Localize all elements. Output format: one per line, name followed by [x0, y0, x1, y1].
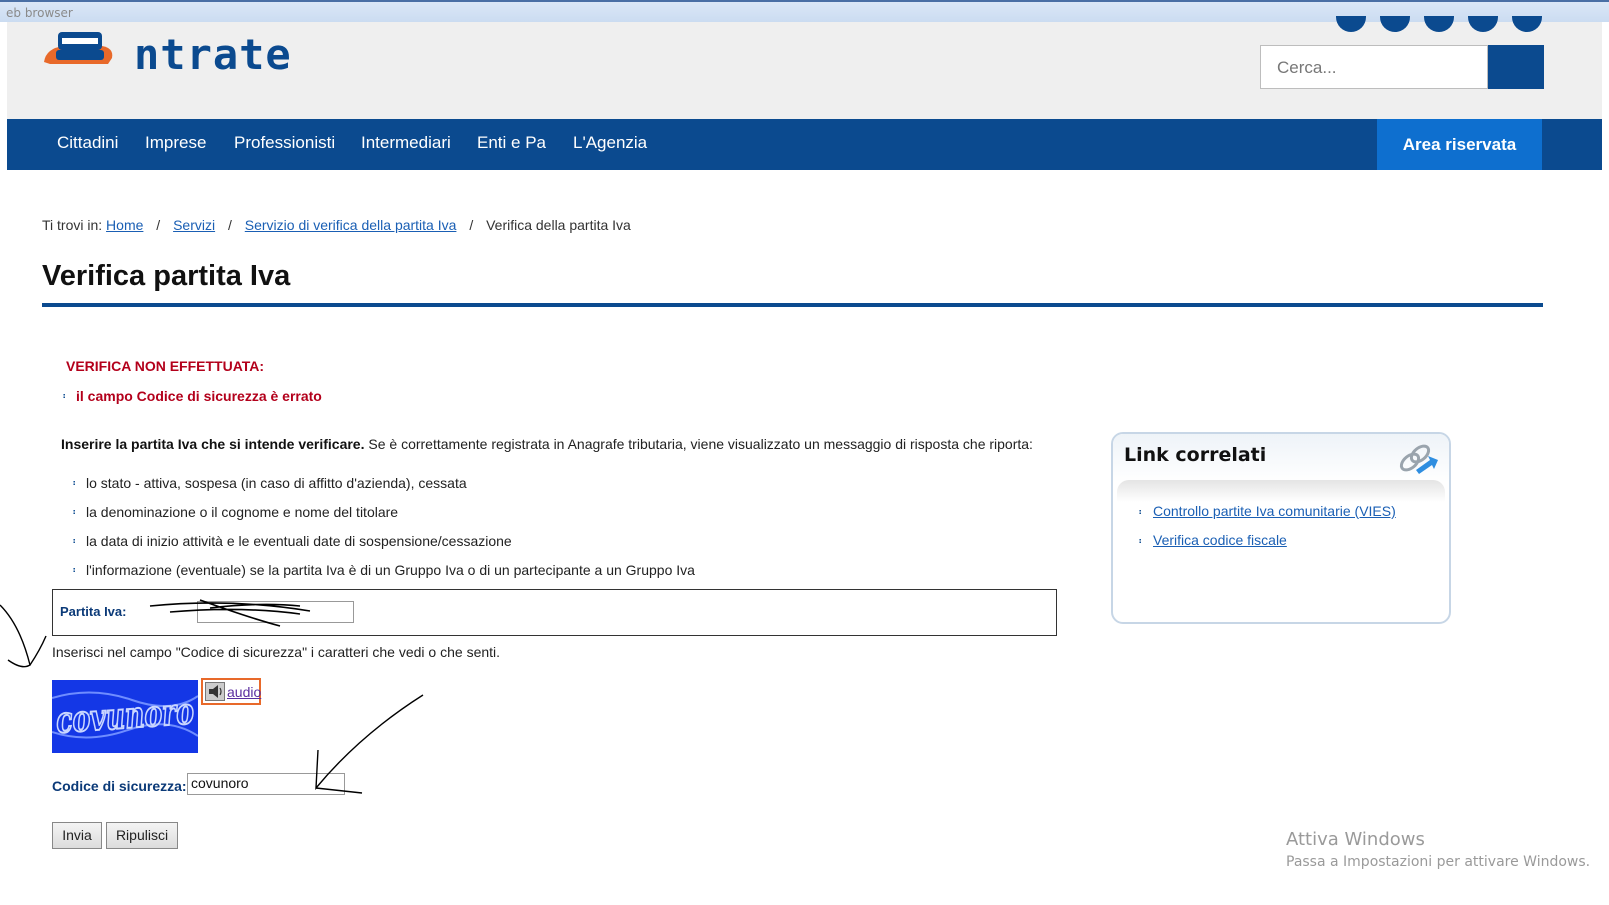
breadcrumb-home[interactable]: Home — [106, 217, 143, 233]
speaker-icon — [205, 682, 225, 701]
social-icon-5[interactable] — [1512, 16, 1542, 32]
nav-item-professionisti[interactable]: Professionisti — [234, 133, 335, 153]
annotation-arrow-left — [0, 604, 31, 668]
intro-text: Inserire la partita Iva che si intende v… — [61, 436, 1033, 452]
page-title: Verifica partita Iva — [42, 260, 291, 292]
list-item: la data di inizio attività e le eventual… — [86, 533, 512, 549]
title-divider — [42, 303, 1543, 307]
bullet-icon: ⠆ — [72, 478, 80, 489]
logo-text: ntrate — [134, 30, 292, 79]
partita-iva-input[interactable] — [197, 601, 354, 623]
intro-bold: Inserire la partita Iva che si intende v… — [61, 436, 365, 452]
list-item: lo stato - attiva, sospesa (in caso di a… — [86, 475, 467, 491]
social-icon-4[interactable] — [1468, 16, 1498, 32]
captcha-graphic: covunoro — [52, 689, 198, 743]
audio-captcha-button[interactable]: audio — [201, 678, 261, 705]
watermark-line-1: Attiva Windows — [1286, 829, 1425, 850]
captcha-hint: Inserisci nel campo "Codice di sicurezza… — [52, 644, 501, 660]
breadcrumb-servizi[interactable]: Servizi — [173, 217, 215, 233]
bullet-icon: ⠆ — [72, 536, 80, 547]
bullet-icon: ⠆ — [62, 391, 70, 402]
bullet-icon: ⠆ — [1138, 536, 1146, 547]
breadcrumb-separator: / — [469, 217, 474, 233]
agenzia-entrate-logo[interactable]: ntrate — [42, 24, 302, 84]
windows-activation-watermark: Attiva Windows Passa a Impostazioni per … — [1286, 829, 1590, 870]
nav-item-enti-pa[interactable]: Enti e Pa — [477, 133, 546, 153]
main-nav: Cittadini Imprese Professionisti Interme… — [7, 119, 1602, 170]
security-code-label: Codice di sicurezza: — [52, 778, 187, 794]
browser-title: eb browser — [6, 6, 73, 20]
reset-button[interactable]: Ripulisci — [106, 822, 178, 849]
breadcrumb-servizio-verifica[interactable]: Servizio di verifica della partita Iva — [245, 217, 457, 233]
list-item: l'informazione (eventuale) se la partita… — [86, 562, 695, 578]
breadcrumb-separator: / — [227, 217, 232, 233]
area-riservata-button[interactable]: Area riservata — [1377, 119, 1542, 170]
browser-title-bar: eb browser — [0, 0, 1609, 22]
social-icon-1[interactable] — [1336, 16, 1366, 32]
security-code-input[interactable]: covunoro — [187, 773, 345, 795]
bullet-icon: ⠆ — [1138, 507, 1146, 518]
breadcrumb-current: Verifica della partita Iva — [486, 217, 631, 233]
bullet-icon: ⠆ — [72, 565, 80, 576]
chain-link-icon — [1399, 444, 1438, 474]
related-links-panel: Link correlati ⠆ Controllo partite Iva c… — [1111, 432, 1451, 624]
list-item: la denominazione o il cognome e nome del… — [86, 504, 399, 520]
audio-link[interactable]: audio — [227, 684, 261, 700]
submit-button[interactable]: Invia — [52, 822, 102, 849]
nav-item-cittadini[interactable]: Cittadini — [57, 133, 118, 153]
search-button[interactable] — [1488, 45, 1544, 89]
error-title: VERIFICA NON EFFETTUATA: — [66, 358, 265, 374]
nav-item-imprese[interactable]: Imprese — [145, 133, 206, 153]
breadcrumb-prefix: Ti trovi in: — [42, 217, 103, 233]
error-message: il campo Codice di sicurezza è errato — [76, 388, 322, 404]
social-icon-3[interactable] — [1424, 16, 1454, 32]
breadcrumb: Ti trovi in: Home / Servizi / Servizio d… — [42, 217, 631, 233]
intro-rest: Se è correttamente registrata in Anagraf… — [364, 436, 1033, 452]
link-vies[interactable]: Controllo partite Iva comunitarie (VIES) — [1153, 503, 1396, 519]
link-verifica-codice-fiscale[interactable]: Verifica codice fiscale — [1153, 532, 1287, 548]
partita-iva-label: Partita Iva: — [60, 604, 127, 619]
related-links-title: Link correlati — [1124, 444, 1267, 466]
breadcrumb-separator: / — [156, 217, 161, 233]
partita-iva-fieldset: Partita Iva: — [52, 589, 1057, 636]
watermark-line-2: Passa a Impostazioni per attivare Window… — [1286, 854, 1591, 870]
bullet-icon: ⠆ — [72, 507, 80, 518]
logo-e-icon — [44, 32, 113, 64]
social-icon-2[interactable] — [1380, 16, 1410, 32]
site-header: ntrate Cerca... — [7, 16, 1602, 119]
captcha-image: covunoro — [52, 680, 198, 753]
nav-item-intermediari[interactable]: Intermediari — [361, 133, 451, 153]
search-input[interactable]: Cerca... — [1260, 45, 1488, 89]
search-icon — [1488, 45, 1544, 89]
nav-item-agenzia[interactable]: L'Agenzia — [573, 133, 647, 153]
related-links-band — [1117, 480, 1445, 502]
captcha-text: covunoro — [55, 690, 196, 742]
